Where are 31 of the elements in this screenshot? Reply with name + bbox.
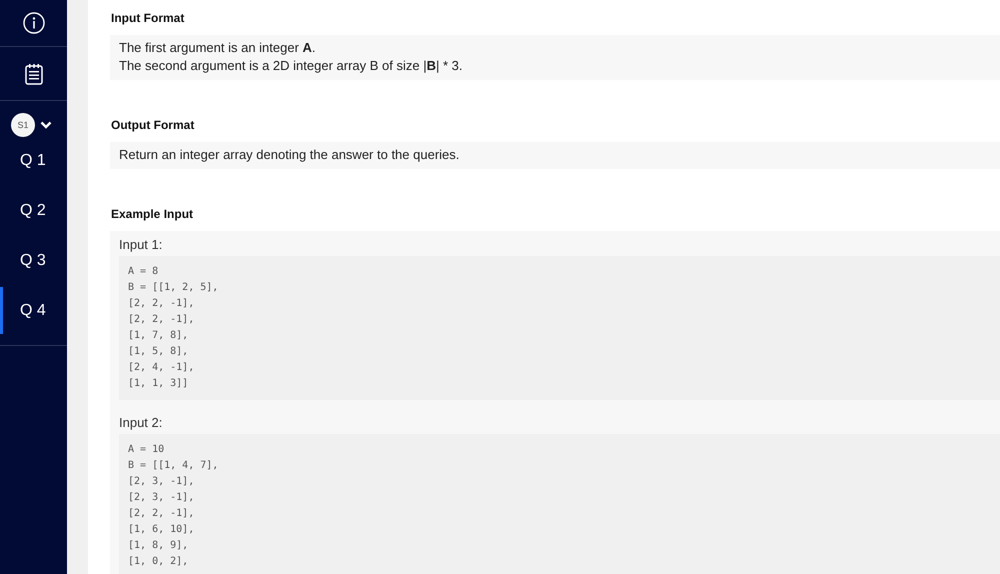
code-line: [2, 2, -1], (128, 507, 196, 521)
description-text: Return an integer array denoting the answer to the queries. (119, 146, 460, 164)
code-line: A = 10 (128, 443, 166, 457)
list-icon[interactable] (24, 62, 42, 84)
code-line: B = [[1, 2, 5], (128, 281, 220, 295)
code-line: B = [[1, 4, 7], (128, 459, 220, 473)
code-line: [1, 8, 9], (128, 539, 190, 553)
section-badge[interactable]: S1 (11, 113, 35, 137)
question-tab[interactable]: Q 2 (0, 187, 67, 234)
code-line: [1, 6, 10], (128, 523, 196, 537)
description-text: The second argument is a 2D integer array B of size |B| * 3. (119, 57, 464, 75)
section-heading: Output Format (111, 118, 196, 132)
section-heading: Example Input (111, 207, 194, 221)
code-line: [2, 4, -1], (128, 361, 196, 375)
code-line: [2, 2, -1], (128, 297, 196, 311)
chevron-down-icon[interactable] (40, 121, 52, 129)
section-heading: Input Format (111, 11, 186, 25)
example-label: Input 2: (119, 414, 164, 432)
description-text: The first argument is an integer A. (119, 39, 317, 57)
code-line: [2, 3, -1], (128, 475, 196, 489)
example-label: Input 1: (119, 236, 164, 254)
code-line: [1, 7, 8], (128, 329, 190, 343)
code-line: A = 8 (128, 265, 160, 279)
code-line: [1, 5, 8], (128, 345, 190, 359)
question-tab[interactable]: Q 3 (0, 237, 67, 284)
question-tab[interactable]: Q 1 (0, 137, 67, 184)
code-line: [2, 3, -1], (128, 491, 196, 505)
info-icon[interactable] (22, 12, 44, 34)
code-line: [1, 1, 3]] (128, 377, 190, 391)
code-line: [1, 0, 2], (128, 555, 190, 569)
code-line: [2, 2, -1], (128, 313, 196, 327)
